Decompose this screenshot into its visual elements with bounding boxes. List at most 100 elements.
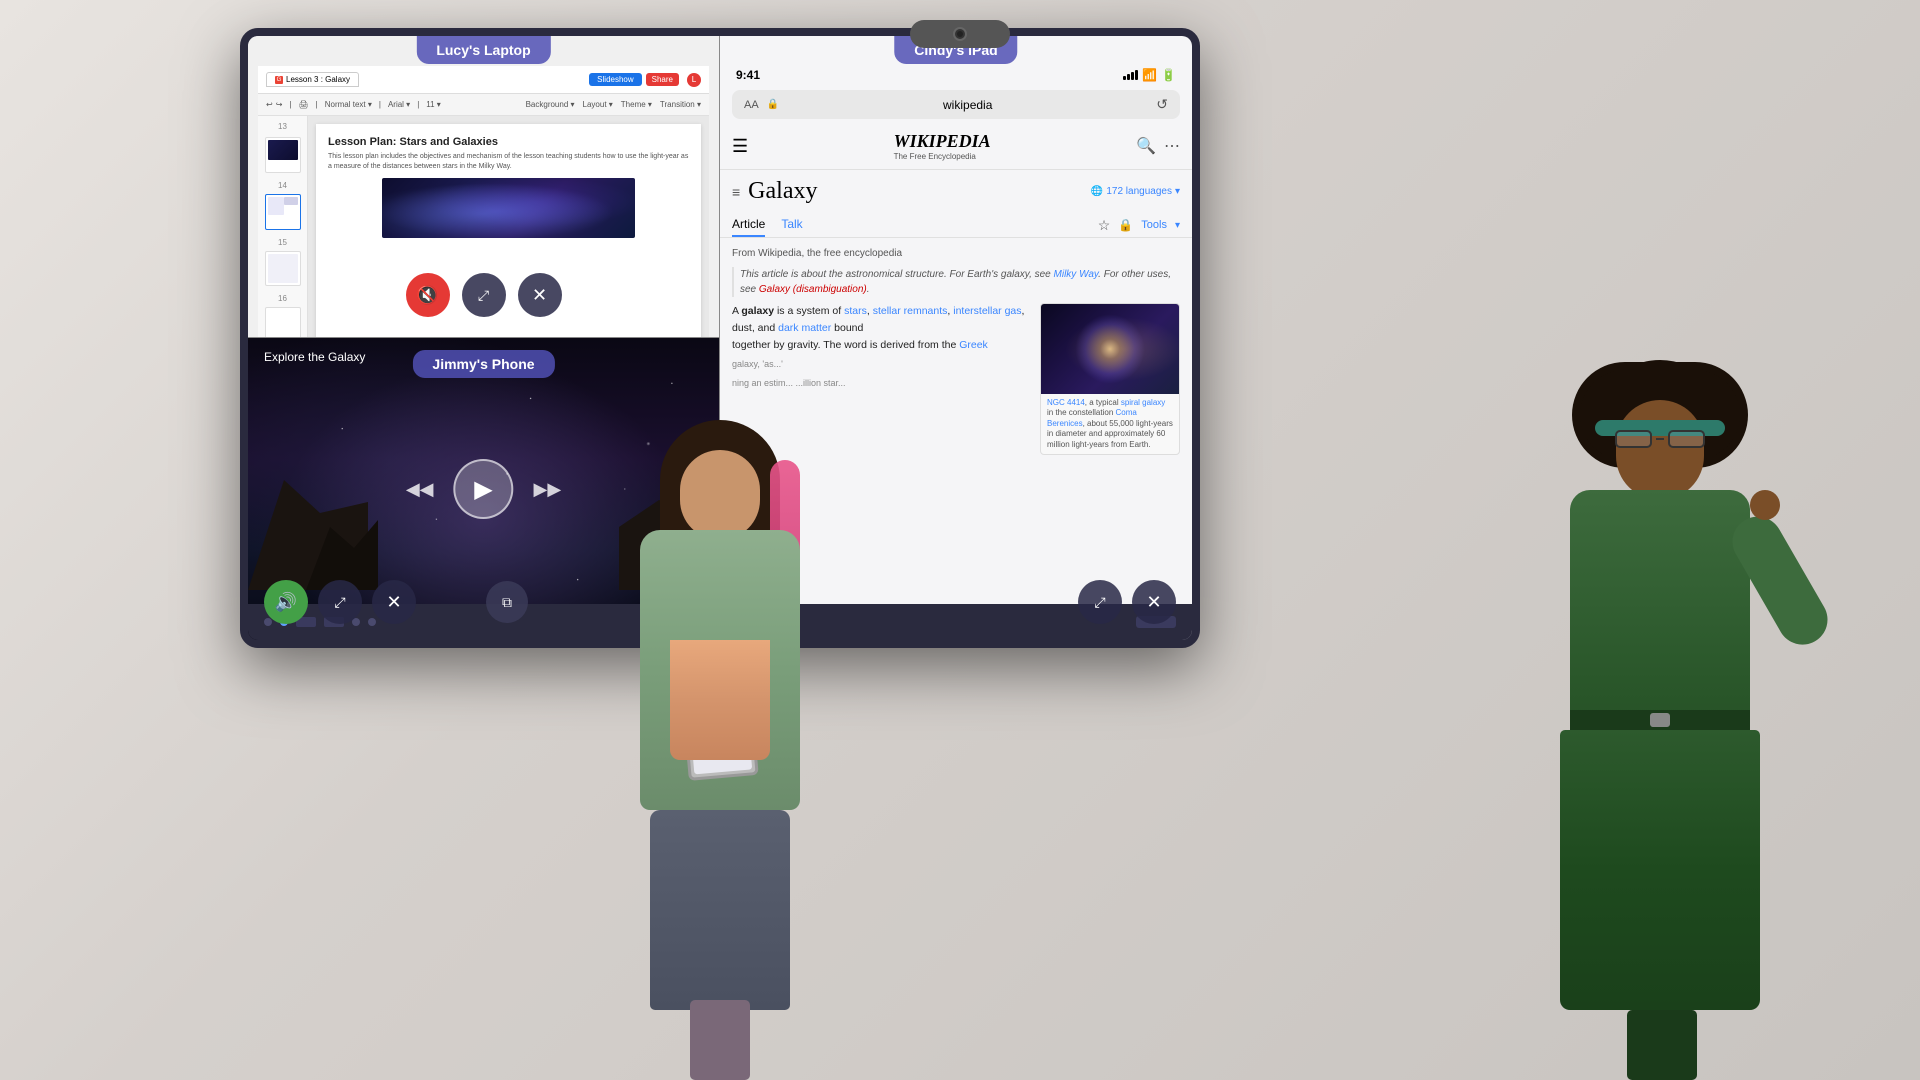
wiki-tabs: Article Talk ☆ 🔒 Tools ▾ — [720, 213, 1192, 238]
signal-bar-3 — [1131, 72, 1134, 80]
cindy-compress-button[interactable]: ⤢ — [1078, 580, 1122, 624]
wiki-infobox-img — [1041, 304, 1179, 394]
wiki-article-header: ≡ Galaxy 🌐 172 languages ▾ — [720, 170, 1192, 213]
page-thumb-1[interactable] — [265, 137, 301, 173]
lucy-compress-button[interactable]: ⤢ — [462, 273, 506, 317]
coma-berenices-link[interactable]: Coma Berenices — [1047, 408, 1137, 427]
lang-count: 172 languages — [1106, 186, 1172, 197]
pip-button[interactable]: ⧉ — [486, 581, 528, 623]
compress-icon-jimmy: ⤢ — [334, 594, 345, 611]
wiki-body-text: NGC 4414, a typical spiral galaxy in the… — [732, 303, 1180, 390]
lucy-device-label: Lucy's Laptop — [416, 36, 550, 64]
wiki-logo-subtitle: The Free Encyclopedia — [894, 152, 976, 161]
lock-small-icon: 🔒 — [1118, 218, 1133, 232]
search-icon[interactable]: 🔍 — [1136, 136, 1156, 156]
quadrant-lucy: Lucy's Laptop G Lesson 3 : Galaxy Slides… — [248, 36, 720, 338]
cindy-close-button[interactable]: ✕ — [1132, 580, 1176, 624]
board-content: Lucy's Laptop G Lesson 3 : Galaxy Slides… — [248, 36, 1192, 640]
stellar-remnants-link[interactable]: stellar remnants — [873, 305, 948, 317]
spiral-galaxy-link[interactable]: spiral galaxy — [1121, 398, 1165, 407]
jimmy-close-button[interactable]: ✕ — [372, 580, 416, 624]
share-button[interactable]: Share — [646, 73, 679, 86]
tools-chevron: ▾ — [1175, 220, 1180, 231]
rock-right — [619, 500, 719, 590]
cindy-controls: ⤢ ✕ — [1078, 580, 1176, 624]
wiki-icons: 🔍 ⋯ — [1136, 136, 1180, 156]
thumb-text-2 — [284, 197, 297, 205]
compress-icon: ⤢ — [478, 287, 489, 304]
play-icon: ▶ — [474, 475, 492, 504]
wiki-logo-title: WIKIPEDIA — [894, 131, 991, 152]
signal-bar-1 — [1123, 76, 1126, 80]
translate-icon: 🌐 — [1091, 186, 1103, 197]
dark-matter-link[interactable]: dark matter — [778, 322, 831, 334]
signal-bars — [1123, 70, 1138, 80]
ngc-4414-link[interactable]: NGC 4414 — [1047, 398, 1085, 407]
tab-talk[interactable]: Talk — [781, 213, 802, 237]
user-avatar: L — [687, 73, 701, 87]
close-icon-cindy: ✕ — [1146, 592, 1161, 613]
more-icon[interactable]: ⋯ — [1164, 136, 1180, 156]
interstellar-gas-link[interactable]: interstellar gas — [953, 305, 1021, 317]
thumb-content-2 — [268, 197, 285, 215]
rewind-button[interactable]: ◀◀ — [406, 479, 434, 500]
page-num-15: 15 — [278, 238, 287, 247]
milky-way-link[interactable]: Milky Way — [1054, 269, 1099, 280]
doc-sidebar: 13 14 15 16 — [258, 116, 308, 338]
jimmy-mute-button[interactable]: 🔊 — [264, 580, 308, 624]
play-button[interactable]: ▶ — [454, 459, 514, 519]
article-list-icon: ≡ — [732, 184, 740, 200]
jimmy-device-label: Jimmy's Phone — [412, 350, 554, 378]
page-thumb-2[interactable] — [265, 194, 301, 230]
address-bar[interactable]: AA 🔒 wikipedia ↺ — [732, 90, 1180, 119]
compress-icon-cindy: ⤢ — [1094, 594, 1105, 611]
fastforward-icon: ▶▶ — [534, 479, 562, 499]
signal-bar-2 — [1127, 74, 1130, 80]
explore-label: Explore the Galaxy — [264, 350, 365, 364]
fastforward-button[interactable]: ▶▶ — [534, 479, 562, 500]
page-num-16: 16 — [278, 294, 287, 303]
status-time: 9:41 — [736, 68, 760, 82]
wiki-infobox-caption: NGC 4414, a typical spiral galaxy in the… — [1041, 394, 1179, 454]
hamburger-icon[interactable]: ☰ — [732, 136, 748, 157]
page-num-13: 13 — [278, 122, 287, 131]
chevron-icon: ▾ — [1175, 186, 1180, 197]
greek-link[interactable]: Greek — [959, 339, 988, 351]
format-toolbar: ↩↪| 🖨| Normal text ▾| Arial ▾| 11 ▾ Back… — [258, 94, 709, 116]
webcam-lens-inner — [957, 31, 963, 37]
translate-section[interactable]: 🌐 172 languages ▾ — [1091, 186, 1180, 197]
url-text: wikipedia — [787, 98, 1148, 112]
quadrant-jimmy: Explore the Galaxy Jimmy's Phone ◀◀ ▶ ▶▶… — [248, 338, 720, 640]
close-icon-jimmy: ✕ — [386, 592, 401, 613]
webcam — [910, 20, 1010, 48]
pip-icon: ⧉ — [502, 594, 512, 611]
status-icons: 📶 🔋 — [1123, 68, 1176, 82]
doc-galaxy-image — [382, 178, 635, 238]
lucy-controls: 🔇 ⤢ ✕ — [406, 273, 562, 317]
lucy-close-button[interactable]: ✕ — [518, 273, 562, 317]
wiki-article-body: From Wikipedia, the free encyclopedia Th… — [720, 238, 1192, 471]
wiki-logo-area: WIKIPEDIA The Free Encyclopedia — [894, 131, 991, 161]
galaxy-disambiguation-link[interactable]: Galaxy (disambiguation) — [759, 284, 867, 295]
laptop-toolbar: G Lesson 3 : Galaxy Slideshow Share L — [258, 66, 709, 94]
wifi-icon: 📶 — [1142, 68, 1157, 82]
page-thumb-3[interactable] — [265, 251, 301, 287]
lucy-mute-button[interactable]: 🔇 — [406, 273, 450, 317]
webcam-lens — [953, 27, 967, 41]
reload-icon[interactable]: ↺ — [1156, 96, 1168, 113]
tab-article[interactable]: Article — [732, 213, 765, 237]
page-thumb-4[interactable] — [265, 307, 301, 338]
close-icon: ✕ — [532, 285, 547, 306]
google-icon: G — [275, 76, 283, 84]
thumb-img-1 — [268, 140, 298, 160]
aa-text: AA — [744, 99, 759, 111]
video-controls: ◀◀ ▶ ▶▶ — [406, 459, 561, 519]
thumb-content-3 — [268, 254, 298, 284]
jimmy-compress-button[interactable]: ⤢ — [318, 580, 362, 624]
star-icon[interactable]: ☆ — [1098, 217, 1111, 234]
stars-link[interactable]: stars — [844, 305, 867, 317]
article-title: Galaxy — [748, 178, 1083, 205]
tools-menu[interactable]: Tools — [1141, 219, 1167, 231]
wiki-infobox: NGC 4414, a typical spiral galaxy in the… — [1040, 303, 1180, 455]
slideshow-button[interactable]: Slideshow — [589, 73, 641, 86]
